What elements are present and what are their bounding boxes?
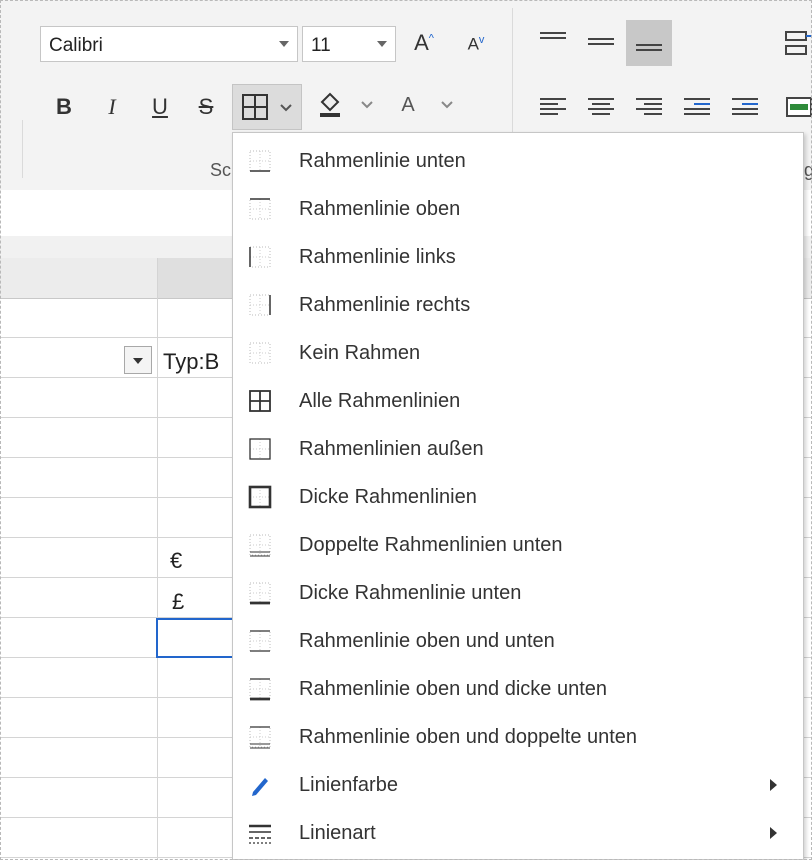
chevron-down-icon[interactable] [279,41,289,47]
menu-item[interactable]: Doppelte Rahmenlinien unten [233,521,803,569]
cell-typ[interactable]: Typ:B [163,349,219,375]
menu-item[interactable]: Rahmenlinie unten [233,137,803,185]
bold-button[interactable]: B [50,94,78,120]
thick-borders-icon [248,485,272,509]
menu-item-label: Linienart [299,822,376,844]
cell-pound[interactable]: £ [172,589,184,615]
group-label-right: g [804,160,812,180]
border-right-icon [249,294,271,316]
menu-item-label: Rahmenlinie oben und doppelte unten [299,726,638,748]
cell-euro[interactable]: € [170,548,182,574]
menu-item[interactable]: Rahmenlinie links [233,233,803,281]
font-size-combo[interactable]: 11 [302,26,396,62]
menu-item[interactable]: Rahmenlinie oben und unten [233,617,803,665]
column-divider [157,258,158,860]
thick-bottom-border-icon [249,582,271,605]
underline-button[interactable]: U [146,94,174,120]
font-size-value: 11 [311,35,331,56]
chevron-down-icon[interactable] [377,41,387,47]
menu-item[interactable]: Linienart [233,809,803,857]
font-name-value: Calibri [49,35,103,56]
font-name-combo[interactable]: Calibri [40,26,298,62]
menu-item-label: Rahmenlinie unten [299,150,466,172]
chevron-down-icon[interactable] [440,100,454,110]
all-borders-icon [242,94,268,120]
double-bottom-border-icon [249,534,271,557]
border-top-icon [249,198,271,220]
align-center-icon[interactable] [588,98,614,118]
menu-item-label: Rahmenlinie rechts [299,294,471,316]
increase-indent-icon[interactable] [732,98,758,118]
shrink-font-icon: A [467,34,479,54]
grow-font-button[interactable]: A^ [410,30,438,56]
chevron-down-icon[interactable] [360,100,374,110]
shrink-font-button[interactable]: Av [462,34,490,55]
align-top-icon[interactable] [540,32,566,52]
align-bottom-button[interactable] [626,20,672,66]
menu-item-label: Alle Rahmenlinien [299,390,461,412]
align-right-icon[interactable] [636,98,662,118]
menu-item-label: Rahmenlinie links [299,246,456,268]
active-cell[interactable] [156,618,236,658]
menu-item-label: Kein Rahmen [299,342,421,364]
menu-item-label: Linienfarbe [299,774,398,796]
menu-item[interactable]: Rahmenlinie oben und dicke unten [233,665,803,713]
menu-item[interactable]: Rahmenlinie oben und doppelte unten [233,713,803,761]
menu-item[interactable]: Kein Rahmen [233,329,803,377]
menu-item[interactable]: Linienfarbe [233,761,803,809]
menu-item-label: Rahmenlinien außen [299,438,484,460]
submenu-arrow-icon [770,779,777,791]
border-left-icon [249,246,271,268]
menu-item[interactable]: Dicke Rahmenlinie unten [233,569,803,617]
menu-item[interactable]: Rahmenlinie rechts [233,281,803,329]
filter-dropdown-button[interactable] [124,346,152,374]
outside-borders-icon [249,438,271,460]
fill-color-icon[interactable] [316,90,344,120]
menu-item[interactable]: Rahmenlinien außen [233,425,803,473]
menu-item[interactable]: Alle Rahmenlinien [233,377,803,425]
top-bottom-border-icon [249,630,271,652]
align-middle-icon[interactable] [588,38,614,58]
font-group-label: Sc [210,160,232,180]
decrease-indent-icon[interactable] [684,98,710,118]
underline-icon: U [152,94,168,119]
italic-button[interactable]: I [98,94,126,120]
all-borders-icon [249,390,271,412]
grow-font-icon: A [414,30,429,55]
merge-cells-icon[interactable] [786,96,812,118]
strikethrough-button[interactable]: S [192,94,220,120]
menu-item-label: Dicke Rahmenlinie unten [299,582,522,604]
italic-icon: I [108,94,116,119]
menu-item-label: Rahmenlinie oben und unten [299,630,555,652]
font-color-icon: A [401,94,415,116]
submenu-arrow-icon [770,827,777,839]
menu-item-label: Dicke Rahmenlinien [299,486,477,508]
top-thick-bottom-border-icon [249,678,271,701]
chevron-down-icon[interactable] [279,103,293,113]
bold-icon: B [56,94,72,119]
align-left-icon[interactable] [540,98,566,118]
divider [22,120,23,178]
line-style-icon [249,824,271,844]
menu-item[interactable]: Dicke Rahmenlinien [233,473,803,521]
no-border-icon [249,342,271,364]
menu-item-label: Rahmenlinie oben [299,198,461,220]
top-double-bottom-border-icon [249,726,271,749]
menu-item[interactable]: Rahmenlinie oben [233,185,803,233]
borders-button[interactable] [232,84,302,130]
strikethrough-icon: S [198,94,214,119]
border-bottom-icon [249,150,271,172]
wrap-text-icon[interactable] [784,28,812,60]
borders-dropdown-menu: Rahmenlinie unten Rahmenlinie oben Rahmenl… [232,132,804,860]
align-bottom-icon [636,44,662,64]
menu-item-label: Doppelte Rahmenlinien unten [299,534,563,556]
pencil-icon [252,778,268,796]
menu-item-label: Rahmenlinie oben und dicke unten [299,678,607,700]
font-color-button[interactable]: A [398,94,418,117]
